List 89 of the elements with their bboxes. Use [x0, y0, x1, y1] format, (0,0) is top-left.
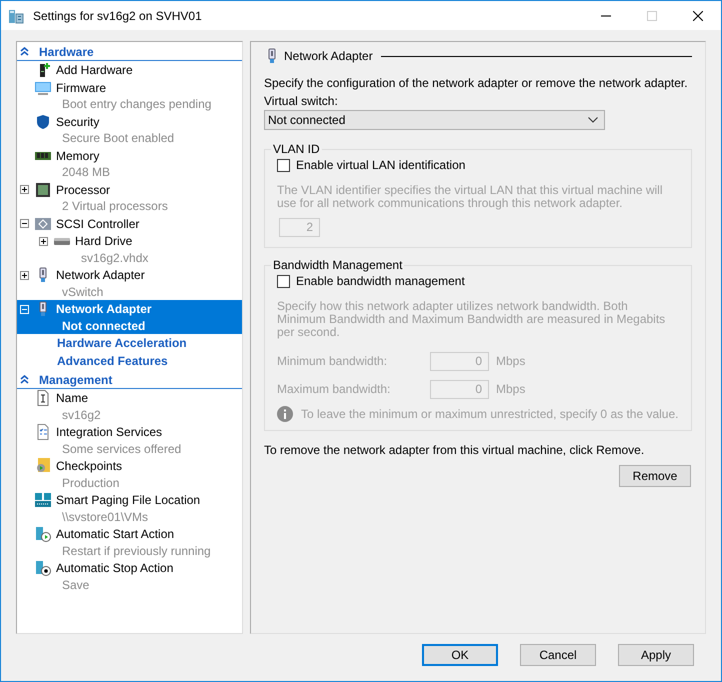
tree-item[interactable]: SCSI Controller	[17, 214, 242, 232]
item-label: Name	[56, 391, 88, 406]
controller-icon	[35, 216, 51, 232]
remove-text: To remove the network adapter from this virtual machine, click Remove.	[264, 442, 646, 459]
item-label: Integration Services	[56, 425, 162, 440]
tree-item[interactable]: Name sv16g2	[17, 389, 242, 423]
bandwidth-description: Specify how this network adapter utilizes network bandwidth. Both Minimum Bandwidth and Maximum Bandwidth are measured in Megabits per second.	[277, 300, 666, 339]
tree-item[interactable]: Hard Drive sv16g2.vhdx	[17, 232, 242, 266]
remove-button[interactable]: Remove	[619, 465, 691, 487]
tree-item[interactable]: Smart Paging File Location \\svstore01\VMs	[17, 491, 242, 525]
dialog-button[interactable]: Cancel	[520, 644, 596, 666]
tree-link[interactable]: Advanced Features	[57, 354, 168, 368]
checkbox[interactable]	[277, 274, 290, 288]
start-action-icon	[35, 526, 51, 542]
item-detail: Secure Boot enabled	[61, 130, 176, 146]
collapse-icon[interactable]	[20, 375, 29, 384]
stop-action-icon	[35, 560, 51, 576]
section-title: Management	[39, 372, 112, 386]
item-detail: Restart if previously running	[61, 542, 212, 559]
app-icon	[8, 8, 24, 24]
item-label: Network Adapter	[56, 268, 145, 282]
unit-label: Mbps	[496, 382, 526, 396]
server-icon	[35, 492, 51, 508]
item-detail: sv16g2	[61, 406, 102, 423]
dialog-button[interactable]: OK	[422, 644, 498, 666]
window-title: Settings for sv16g2 on SVHV01	[33, 8, 202, 22]
vlan-description: The VLAN identifier specifies the virtual LAN that this virtual machine will use for all network communications through this network adapter.	[277, 184, 664, 210]
item-detail: \\svstore01\VMs	[61, 508, 150, 525]
checkbox-label: Enable virtual LAN identification	[296, 158, 466, 172]
field-label: Maximum bandwidth:	[277, 382, 392, 396]
info-icon	[277, 406, 293, 422]
checklist-icon	[35, 424, 51, 440]
group-title: Bandwidth Management	[272, 258, 404, 272]
dialog-button[interactable]: Apply	[618, 644, 694, 666]
item-detail: 2 Virtual processors	[61, 198, 169, 214]
tree-item[interactable]: Checkpoints Production	[17, 457, 242, 491]
checkbox-label: Enable bandwidth management	[296, 274, 465, 288]
tree-item[interactable]: Network Adapter Not connected	[17, 300, 242, 334]
close-icon[interactable]	[693, 10, 703, 20]
section-title: Hardware	[39, 44, 94, 58]
chevron-down-icon	[588, 117, 598, 123]
item-label: Checkpoints	[56, 459, 122, 474]
chip-icon	[35, 182, 51, 198]
tree-item[interactable]: Add Hardware	[17, 61, 242, 78]
item-label: Memory	[56, 148, 100, 163]
tree-item[interactable]: Integration Services Some services offered	[17, 423, 242, 457]
item-label: SCSI Controller	[56, 216, 140, 231]
item-detail: Save	[61, 576, 90, 593]
virtual-switch-dropdown[interactable]: Not connected	[264, 110, 605, 130]
group-title: Network Adapter	[284, 49, 373, 63]
item-detail: vSwitch	[61, 284, 104, 300]
tree-item[interactable]: Security Secure Boot enabled	[17, 112, 242, 146]
tree-item[interactable]: Memory 2048 MB	[17, 146, 242, 180]
item-label: Add Hardware	[56, 63, 133, 78]
tree-item[interactable]: Automatic Start Action Restart if previously running	[17, 525, 242, 559]
item-label: Network Adapter	[56, 302, 152, 316]
tree-item[interactable]: Automatic Stop Action Save	[17, 559, 242, 593]
expander-icon[interactable]	[20, 219, 29, 228]
tree-item[interactable]: Processor 2 Virtual processors	[17, 180, 242, 214]
text-document-icon	[35, 390, 51, 406]
item-label: Firmware	[56, 80, 106, 95]
field-label: Virtual switch:	[264, 93, 339, 110]
intro-text: Specify the configuration of the network adapter or remove the network adapter.	[264, 75, 689, 92]
shield-icon	[35, 114, 51, 130]
item-label: Processor	[56, 182, 110, 197]
item-detail: Some services offered	[61, 440, 182, 457]
checkbox[interactable]	[277, 158, 290, 172]
note-text: To leave the minimum or maximum unrestricted, specify 0 as the value.	[301, 407, 678, 421]
expander-icon[interactable]	[39, 236, 48, 246]
item-detail: Not connected	[61, 318, 146, 334]
field-label: Minimum bandwidth:	[277, 354, 388, 368]
collapse-icon[interactable]	[20, 47, 29, 56]
expander-icon[interactable]	[20, 270, 29, 280]
item-label: Security	[56, 114, 100, 129]
expander-icon[interactable]	[20, 185, 29, 194]
item-label: Smart Paging File Location	[56, 493, 200, 508]
tree-item[interactable]: Network Adapter vSwitch	[17, 266, 242, 300]
group-title: VLAN ID	[272, 142, 321, 156]
unit-label: Mbps	[496, 354, 526, 368]
monitor-icon	[35, 80, 51, 96]
item-detail: Production	[61, 474, 120, 491]
tree-item[interactable]: Firmware Boot entry changes pending	[17, 78, 242, 112]
item-detail: 2048 MB	[61, 164, 112, 180]
item-label: Automatic Stop Action	[56, 561, 174, 576]
item-label: Automatic Start Action	[56, 527, 174, 542]
item-label: Hard Drive	[75, 234, 132, 248]
item-detail: sv16g2.vhdx	[80, 250, 150, 266]
item-detail: Boot entry changes pending	[61, 96, 212, 112]
tree-link[interactable]: Hardware Acceleration	[57, 336, 187, 350]
